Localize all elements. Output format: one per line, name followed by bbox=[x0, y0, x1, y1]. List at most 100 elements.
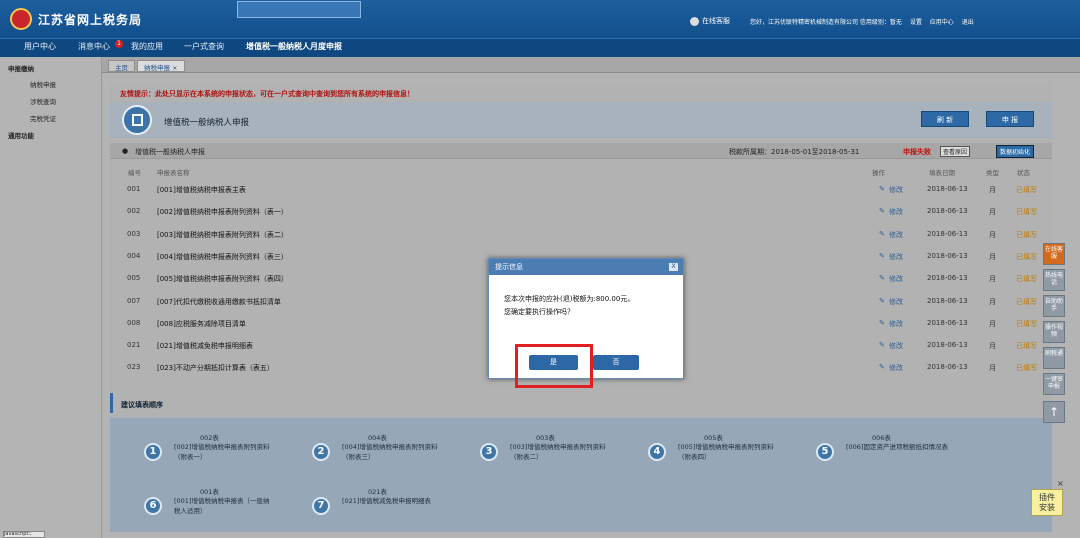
row-edit-link[interactable]: 修改 bbox=[889, 230, 903, 240]
step-link[interactable]: [004]增值税纳税申报表附列资料 bbox=[342, 441, 437, 451]
edit-icon-wrap: ✎ bbox=[879, 274, 885, 282]
right-tool-button[interactable]: 热线电话 bbox=[1043, 269, 1065, 291]
step-link[interactable]: [001]增值税纳税申报表（一般纳 bbox=[174, 495, 269, 505]
right-tool-button[interactable]: 一键审申报 bbox=[1043, 373, 1065, 395]
row-name[interactable]: [004]增值税纳税申报表附列资料（表三） bbox=[157, 252, 288, 262]
col-status: 状态 bbox=[1017, 169, 1030, 177]
step-link[interactable]: [003]增值税纳税申报表附列资料 bbox=[510, 441, 605, 451]
row-name[interactable]: [023]不动产分期抵扣计算表（表五） bbox=[157, 363, 274, 373]
step-number: 1 bbox=[144, 443, 162, 461]
form-header bbox=[110, 102, 1052, 138]
nav-my-apps[interactable]: 我的应用 bbox=[131, 41, 163, 52]
user-info: 您好，江苏优联特精密机械制造有限公司 信用级别：暂无 设置 应用中心 退出 bbox=[750, 17, 980, 26]
row-name[interactable]: [003]增值税纳税申报表附列资料（表二） bbox=[157, 230, 288, 240]
plugin-label-2: 安装 bbox=[1039, 503, 1055, 512]
sub-title: 增值税一般纳税人申报 bbox=[135, 148, 205, 156]
step-link[interactable]: [021]增值税减免税申报明细表 bbox=[342, 495, 431, 505]
row-name[interactable]: [001]增值税纳税申报表主表 bbox=[157, 185, 246, 195]
edit-icon: ✎ bbox=[879, 274, 885, 283]
step-number: 6 bbox=[144, 497, 162, 515]
plugin-close-icon[interactable]: × bbox=[1057, 479, 1064, 488]
nav-user-center[interactable]: 用户中心 bbox=[24, 41, 56, 52]
right-tool-button[interactable]: 刷税通 bbox=[1043, 347, 1065, 369]
row-edit-link[interactable]: 修改 bbox=[889, 185, 903, 195]
nav-message-center[interactable]: 消息中心 bbox=[78, 41, 110, 52]
refresh-button[interactable]: 刷 新 bbox=[921, 111, 969, 127]
view-reason-button[interactable]: 查看原因 bbox=[940, 146, 971, 157]
step-link[interactable]: [006]固定资产进项税额抵扣情况表 bbox=[846, 441, 948, 451]
row-edit-link[interactable]: 修改 bbox=[889, 274, 903, 284]
edit-icon: ✎ bbox=[879, 341, 885, 350]
data-init-button[interactable]: 数据初始化 bbox=[996, 145, 1035, 158]
row-name[interactable]: [002]增值税纳税申报表附列资料（表一） bbox=[157, 207, 288, 217]
row-type: 月 bbox=[989, 230, 996, 239]
sidebar-item-query[interactable]: 涉税查询 bbox=[30, 96, 56, 106]
row-status: 已填写 bbox=[1016, 364, 1037, 373]
step-number: 7 bbox=[312, 497, 330, 515]
row-edit-link[interactable]: 修改 bbox=[889, 252, 903, 262]
row-edit-link[interactable]: 修改 bbox=[889, 363, 903, 373]
row-status: 已填写 bbox=[1016, 186, 1037, 194]
tab-home[interactable]: 主页 bbox=[108, 60, 135, 72]
row-code: 023 bbox=[127, 363, 141, 372]
user-greeting: 您好，江苏优联特精密机械制造有限公司 信用级别：暂无 bbox=[750, 19, 902, 26]
row-date: 2018-06-13 bbox=[927, 251, 968, 260]
step-sub: 税人适用） bbox=[174, 507, 207, 515]
table-row: 002 [002]增值税纳税申报表附列资料（表一） ✎ 修改 2018-06-13 月 已… bbox=[110, 200, 1052, 222]
step-link[interactable]: [002]增值税纳税申报表附列资料 bbox=[174, 441, 269, 451]
row-name[interactable]: [005]增值税纳税申报表附列资料（表四） bbox=[157, 274, 288, 284]
row-edit-link[interactable]: 修改 bbox=[889, 207, 903, 217]
service-icon bbox=[690, 16, 699, 26]
sidebar-group-declare[interactable]: 申报缴纳 bbox=[8, 63, 34, 73]
scroll-top-icon[interactable]: ↑ bbox=[1043, 401, 1065, 423]
right-tool-button[interactable]: 自助助手 bbox=[1043, 295, 1065, 317]
step-link[interactable]: [005]增值税纳税申报表附列资料 bbox=[678, 441, 773, 451]
nav-query[interactable]: 一户式查询 bbox=[184, 41, 224, 52]
dialog-no-button[interactable]: 否 bbox=[593, 355, 639, 370]
tab-tax-declare[interactable]: 纳税申报 × bbox=[137, 60, 185, 72]
sidebar-item-voucher[interactable]: 完税凭证 bbox=[30, 113, 56, 123]
right-tool-button[interactable]: 操作视频 bbox=[1043, 321, 1065, 343]
row-date: 2018-06-13 bbox=[927, 274, 968, 283]
row-name[interactable]: [008]应税服务减除项目清单 bbox=[157, 319, 246, 329]
row-edit-link[interactable]: 修改 bbox=[889, 341, 903, 351]
step-sub: （附表四） bbox=[678, 453, 711, 461]
suggest-steps: 1 002表 [002]增值税纳税申报表附列资料 （附表一） 2 004表 [004]增值税… bbox=[110, 418, 1052, 532]
row-type: 月 bbox=[989, 186, 996, 194]
edit-icon-wrap: ✎ bbox=[879, 252, 885, 260]
row-edit-link[interactable]: 修改 bbox=[889, 297, 903, 307]
dialog-message: 您本次申报的应补(退)税额为:800.00元。 您确定要执行操作吗？ bbox=[504, 293, 682, 319]
row-date: 2018-06-13 bbox=[927, 207, 968, 216]
nav-vat-declare[interactable]: 增值税一般纳税人月度申报 bbox=[246, 41, 342, 52]
row-edit-link[interactable]: 修改 bbox=[889, 319, 903, 329]
app-center-link[interactable]: 应用中心 bbox=[930, 19, 954, 26]
step-sub: （附表一） bbox=[174, 453, 207, 461]
step-number: 2 bbox=[312, 443, 330, 461]
row-type: 月 bbox=[989, 342, 996, 351]
settings-link[interactable]: 设置 bbox=[910, 19, 922, 26]
row-name[interactable]: [007]代扣代缴税收通用缴款书抵扣清单 bbox=[157, 297, 281, 307]
row-code: 008 bbox=[127, 318, 141, 327]
table-row: 003 [003]增值税纳税申报表附列资料（表二） ✎ 修改 2018-06-13 月 已… bbox=[110, 223, 1052, 245]
row-name[interactable]: [021]增值税减免税申报明细表 bbox=[157, 341, 253, 351]
sidebar-item-tax-declare[interactable]: 纳税申报 bbox=[30, 79, 56, 89]
row-date: 2018-06-13 bbox=[927, 341, 968, 350]
col-type: 类型 bbox=[986, 169, 999, 177]
right-tool-button[interactable]: 在线客服 bbox=[1043, 243, 1065, 265]
sidebar-group-common[interactable]: 通用功能 bbox=[8, 130, 34, 140]
row-type: 月 bbox=[989, 275, 996, 284]
declare-button[interactable]: 申 报 bbox=[986, 111, 1034, 127]
plugin-install-button[interactable]: 插件 安装 bbox=[1031, 489, 1063, 516]
site-title: 江苏省网上税务局 bbox=[38, 13, 143, 27]
edit-icon-wrap: ✎ bbox=[879, 230, 885, 238]
logout-link[interactable]: 退出 bbox=[962, 19, 974, 26]
online-service-link[interactable]: 在线客服 bbox=[690, 16, 730, 26]
dialog-title: 提示信息 bbox=[489, 259, 683, 275]
dialog-close-icon[interactable]: X bbox=[669, 263, 678, 271]
tax-period: 税款所属期：2018-05-01至2018-05-31 bbox=[729, 148, 860, 156]
plugin-label-1: 插件 bbox=[1039, 493, 1055, 502]
row-type: 月 bbox=[989, 297, 996, 306]
form-title: 增值税一般纳税人申报 bbox=[164, 118, 250, 128]
row-status: 已填写 bbox=[1016, 252, 1037, 261]
row-type: 月 bbox=[989, 208, 996, 217]
